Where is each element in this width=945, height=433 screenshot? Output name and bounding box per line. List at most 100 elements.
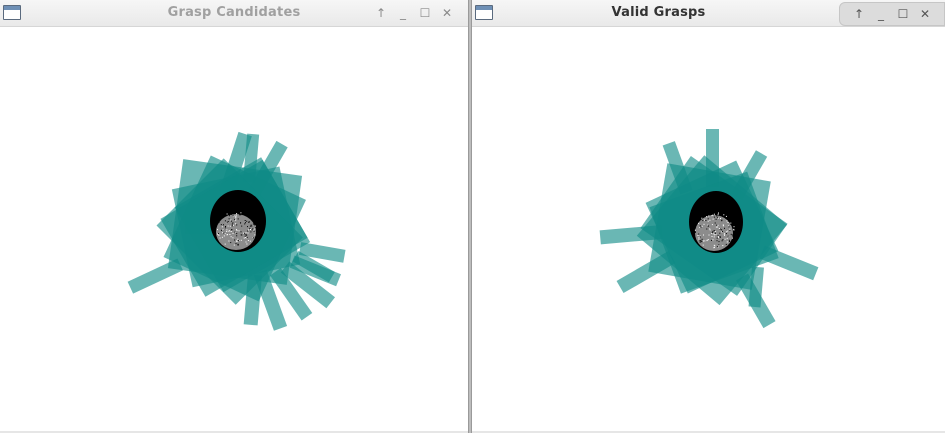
window-controls: ↑ _ ☐ ✕ — [370, 4, 458, 22]
window-title: Valid Grasps — [611, 5, 706, 20]
point-speckle — [728, 239, 730, 241]
point-speckle — [719, 235, 721, 237]
title-bar[interactable]: Grasp Candidates ↑ _ ☐ ✕ — [0, 0, 468, 27]
point-speckle — [253, 230, 255, 232]
point-speckle — [694, 231, 696, 233]
point-speckle — [237, 244, 239, 246]
point-speckle — [233, 244, 235, 246]
point-speckle — [728, 226, 730, 228]
point-speckle — [238, 240, 240, 242]
point-speckle — [715, 231, 717, 233]
point-speckle — [231, 220, 232, 222]
point-speckle — [253, 229, 255, 231]
point-speckle — [717, 234, 719, 236]
maximize-icon[interactable]: ☐ — [414, 4, 436, 22]
point-speckle — [247, 226, 248, 228]
point-speckle — [717, 226, 719, 228]
point-speckle — [707, 225, 709, 227]
point-speckle — [716, 224, 718, 226]
point-speckle — [231, 225, 233, 227]
point-speckle — [243, 237, 245, 239]
point-speckle — [248, 229, 249, 231]
point-speckle — [727, 235, 729, 237]
point-speckle — [230, 230, 232, 232]
point-speckle — [726, 241, 728, 243]
point-speckle — [254, 234, 256, 236]
maximize-icon[interactable]: ☐ — [892, 5, 914, 23]
point-speckle — [733, 226, 735, 228]
point-speckle — [725, 215, 727, 217]
point-speckle — [252, 223, 254, 225]
point-speckle — [701, 241, 703, 243]
point-speckle — [228, 218, 230, 220]
point-speckle — [707, 220, 709, 222]
point-speckle — [720, 218, 721, 219]
point-speckle — [724, 233, 726, 235]
point-speckle — [234, 239, 236, 241]
point-speckle — [234, 231, 236, 233]
point-speckle — [707, 239, 709, 241]
point-speckle — [221, 236, 223, 238]
point-speckle — [713, 213, 715, 215]
point-speckle — [709, 219, 711, 221]
point-speckle — [706, 239, 708, 241]
point-speckle — [236, 224, 238, 226]
point-speckle — [723, 214, 725, 216]
point-speckle — [249, 240, 251, 242]
point-speckle — [709, 228, 711, 230]
point-speckle — [226, 213, 228, 215]
point-speckle — [715, 233, 717, 235]
point-speckle — [221, 226, 223, 228]
point-speckle — [731, 221, 733, 223]
point-speckle — [243, 233, 245, 235]
point-speckle — [218, 221, 220, 223]
point-speckle — [244, 223, 246, 225]
point-speckle — [230, 214, 232, 215]
point-speckle — [715, 226, 717, 228]
minimize-icon[interactable]: _ — [870, 5, 892, 23]
point-speckle — [235, 214, 237, 216]
title-bar[interactable]: Valid Grasps ↑ _ ☐ ✕ — [472, 0, 945, 27]
3d-viewport[interactable] — [472, 27, 945, 431]
point-speckle — [711, 215, 713, 217]
point-speckle — [702, 220, 704, 222]
point-speckle — [235, 243, 237, 245]
point-speckle — [714, 245, 716, 247]
point-speckle — [223, 232, 225, 234]
point-speckle — [711, 239, 712, 241]
point-speckle — [726, 238, 728, 240]
point-speckle — [254, 225, 256, 227]
point-speckle — [718, 241, 720, 243]
point-speckle — [235, 223, 237, 225]
point-speckle — [219, 237, 221, 239]
point-speckle — [724, 234, 725, 236]
point-speckle — [254, 228, 256, 230]
point-speckle — [733, 229, 735, 231]
point-speckle — [698, 233, 700, 235]
point-speckle — [698, 237, 700, 239]
close-icon[interactable]: ✕ — [436, 4, 458, 22]
point-speckle — [246, 243, 248, 245]
raise-up-icon[interactable]: ↑ — [370, 4, 392, 22]
close-icon[interactable]: ✕ — [914, 5, 936, 23]
point-speckle — [715, 218, 717, 220]
point-speckle — [250, 229, 251, 230]
point-speckle — [719, 236, 721, 238]
grasp-candidates-window[interactable]: Grasp Candidates ↑ _ ☐ ✕ — [0, 0, 469, 433]
raise-up-icon[interactable]: ↑ — [848, 5, 870, 23]
point-speckle — [235, 216, 237, 218]
point-speckle — [244, 235, 246, 237]
point-speckle — [224, 233, 226, 235]
point-speckle — [222, 232, 224, 234]
point-speckle — [232, 237, 234, 239]
valid-grasps-window[interactable]: Valid Grasps ↑ _ ☐ ✕ — [471, 0, 945, 433]
point-speckle — [713, 216, 715, 218]
point-speckle — [716, 240, 718, 242]
3d-viewport[interactable] — [0, 27, 468, 431]
point-speckle — [250, 231, 252, 233]
point-speckle — [708, 215, 710, 217]
minimize-icon[interactable]: _ — [392, 4, 414, 22]
point-speckle — [730, 223, 732, 225]
point-speckle — [224, 220, 226, 222]
point-speckle — [247, 240, 249, 241]
